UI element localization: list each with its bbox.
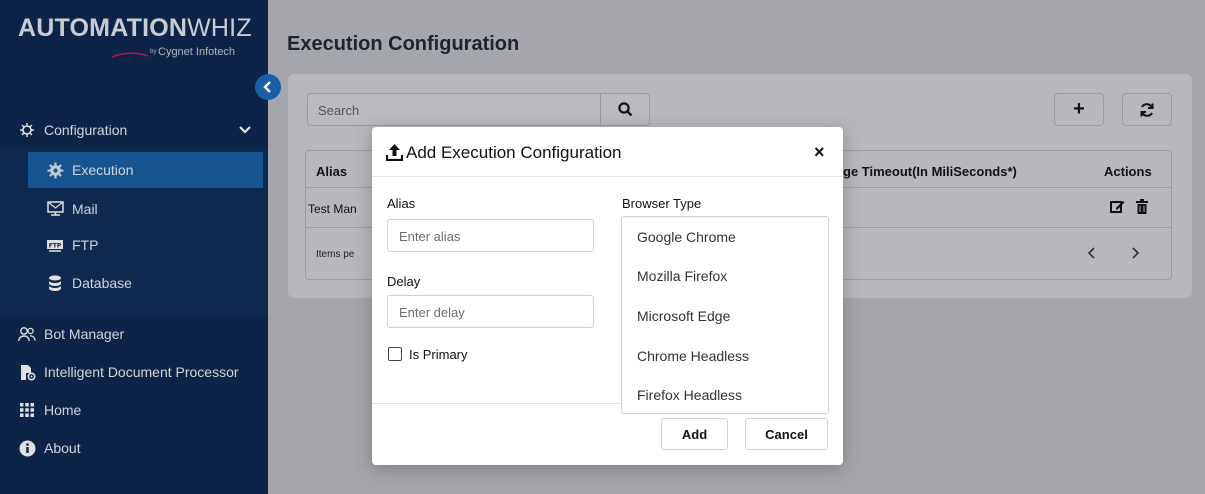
sidebar-item-label: Intelligent Document Processor bbox=[44, 364, 239, 380]
sidebar-item-about[interactable]: About bbox=[0, 430, 268, 466]
sidebar-collapse-button[interactable] bbox=[255, 74, 281, 100]
items-per-page-label: Items pe bbox=[316, 249, 355, 260]
add-execution-configuration-dialog: Add Execution Configuration × Alias Ente… bbox=[372, 127, 843, 465]
sidebar-item-label: Home bbox=[44, 402, 82, 418]
sidebar-item-label: Configuration bbox=[44, 122, 128, 138]
browser-option-firefox-headless[interactable]: Firefox Headless bbox=[637, 387, 742, 403]
sidebar: AUTOMATIONWHIZ by Cygnet Infotech Config… bbox=[0, 0, 268, 494]
table-row-alias: Test Man bbox=[308, 202, 357, 216]
search-input[interactable]: Search bbox=[307, 93, 650, 126]
browser-option-mozilla-firefox[interactable]: Mozilla Firefox bbox=[637, 268, 727, 284]
refresh-icon bbox=[1140, 102, 1154, 117]
sidebar-item-label: FTP bbox=[72, 237, 99, 253]
browser-type-label: Browser Type bbox=[622, 196, 702, 211]
alias-field[interactable]: Enter alias bbox=[387, 219, 594, 252]
add-button[interactable]: + bbox=[1054, 93, 1104, 126]
upload-icon bbox=[386, 144, 403, 161]
previous-page-button[interactable] bbox=[1087, 244, 1097, 265]
sidebar-item-mail[interactable]: Mail bbox=[0, 191, 268, 227]
browser-option-chrome-headless[interactable]: Chrome Headless bbox=[637, 348, 749, 364]
svg-text:FTP: FTP bbox=[49, 243, 62, 250]
users-icon bbox=[18, 325, 36, 343]
brand-name-bold: AUTOMATION bbox=[18, 14, 188, 42]
dialog-footer-divider bbox=[372, 403, 621, 404]
delete-icon[interactable] bbox=[1136, 199, 1148, 214]
is-primary-checkbox[interactable] bbox=[388, 347, 402, 361]
next-page-button[interactable] bbox=[1130, 244, 1140, 265]
page-title: Execution Configuration bbox=[287, 33, 520, 55]
delay-placeholder: Enter delay bbox=[399, 305, 465, 320]
column-header-timeout: ge Timeout(In MiliSeconds*) bbox=[843, 164, 1017, 179]
sidebar-item-home[interactable]: Home bbox=[0, 392, 268, 428]
sidebar-item-label: Execution bbox=[72, 162, 134, 178]
add-label: + bbox=[1073, 98, 1085, 120]
gear-icon bbox=[46, 161, 64, 179]
cancel-button[interactable]: Cancel bbox=[745, 418, 828, 450]
add-submit-button[interactable]: Add bbox=[661, 418, 728, 450]
swoosh-icon bbox=[112, 52, 148, 58]
delay-field[interactable]: Enter delay bbox=[387, 295, 594, 328]
browser-type-listbox[interactable]: Google Chrome Mozilla Firefox Microsoft … bbox=[621, 216, 829, 414]
sidebar-item-label: Database bbox=[72, 275, 132, 291]
grid-icon bbox=[18, 401, 36, 419]
chevron-down-icon bbox=[239, 126, 251, 134]
alias-label: Alias bbox=[387, 196, 416, 211]
close-button[interactable]: × bbox=[814, 142, 825, 163]
search-placeholder: Search bbox=[318, 103, 360, 118]
column-header-actions: Actions bbox=[1104, 164, 1152, 179]
info-icon bbox=[18, 439, 36, 457]
sidebar-item-configuration[interactable]: Configuration bbox=[0, 112, 268, 148]
search-icon bbox=[618, 102, 633, 117]
ftp-icon: FTP bbox=[46, 236, 64, 254]
brand-by: by bbox=[150, 49, 157, 55]
alias-placeholder: Enter alias bbox=[399, 229, 461, 244]
column-header-alias: Alias bbox=[316, 164, 348, 179]
sidebar-item-intelligent-document-processor[interactable]: Intelligent Document Processor bbox=[0, 354, 268, 390]
browser-option-microsoft-edge[interactable]: Microsoft Edge bbox=[637, 308, 730, 324]
edit-icon[interactable] bbox=[1110, 200, 1125, 214]
chevron-right-icon bbox=[1132, 247, 1140, 259]
sidebar-item-label: Mail bbox=[72, 201, 98, 217]
chevron-left-icon bbox=[263, 81, 271, 93]
document-gear-icon bbox=[18, 363, 36, 381]
sidebar-item-bot-manager[interactable]: Bot Manager bbox=[0, 316, 268, 352]
sidebar-item-label: About bbox=[44, 440, 81, 456]
dialog-header: Add Execution Configuration × bbox=[372, 127, 843, 177]
mail-server-icon bbox=[46, 200, 64, 218]
dialog-title: Add Execution Configuration bbox=[406, 143, 622, 162]
sidebar-item-ftp[interactable]: FTP FTP bbox=[0, 227, 268, 263]
brand-logo: AUTOMATIONWHIZ by Cygnet Infotech bbox=[18, 14, 252, 58]
is-primary-label: Is Primary bbox=[409, 347, 468, 362]
brand-name-light: WHIZ bbox=[187, 14, 252, 42]
sidebar-item-label: Bot Manager bbox=[44, 326, 125, 342]
brand-company: Cygnet Infotech bbox=[158, 46, 236, 58]
refresh-button[interactable] bbox=[1122, 93, 1172, 126]
chevron-left-icon bbox=[1087, 247, 1095, 259]
database-icon bbox=[46, 274, 64, 292]
sidebar-item-execution[interactable]: Execution bbox=[28, 152, 263, 188]
delay-label: Delay bbox=[387, 274, 421, 289]
gear-tree-icon bbox=[18, 121, 36, 139]
browser-option-google-chrome[interactable]: Google Chrome bbox=[637, 229, 736, 245]
search-button[interactable] bbox=[600, 93, 650, 126]
sidebar-item-database[interactable]: Database bbox=[0, 265, 268, 301]
